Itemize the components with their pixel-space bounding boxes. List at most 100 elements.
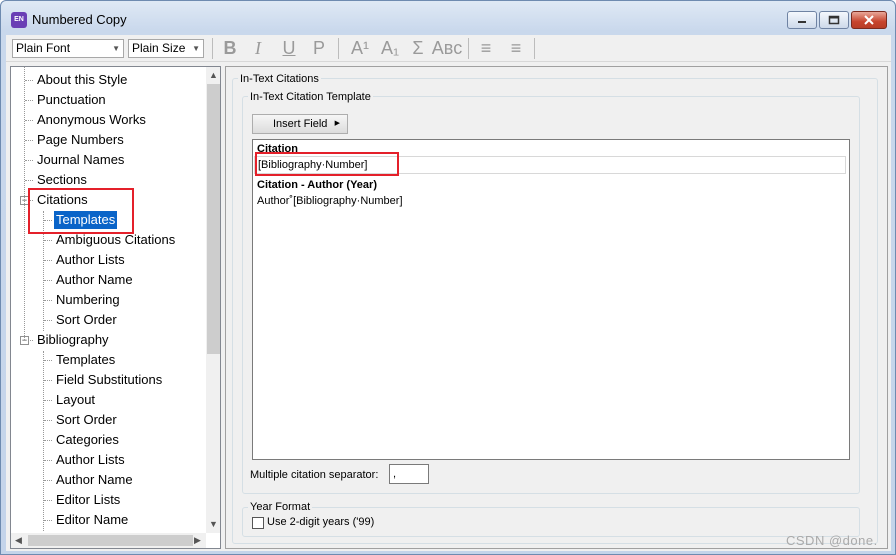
- tree-item[interactable]: Editor Lists: [54, 491, 122, 509]
- font-select-value: Plain Font: [16, 41, 71, 55]
- tree-connector: [25, 100, 33, 101]
- dropdown-arrow-icon: ▼: [112, 44, 120, 53]
- red-highlight-box: [255, 152, 399, 176]
- tree-item[interactable]: Editor Name: [54, 511, 130, 529]
- toolbar-divider: [468, 38, 469, 59]
- insert-field-label: Insert Field: [273, 118, 328, 130]
- minimize-icon: [798, 21, 806, 23]
- bold-button[interactable]: B: [218, 37, 242, 59]
- maximize-icon: [828, 15, 840, 25]
- subscript-button[interactable]: A₁: [376, 37, 404, 59]
- symbol-button[interactable]: Σ: [406, 37, 430, 59]
- close-button[interactable]: [851, 11, 887, 29]
- tree-vertical-scrollbar[interactable]: ▲ ▼: [206, 67, 220, 533]
- horizontal-scroll-thumb[interactable]: [28, 535, 193, 546]
- tree-item[interactable]: Author Name: [54, 271, 135, 289]
- tree-item[interactable]: Layout: [54, 391, 97, 409]
- tree-connector: [25, 140, 33, 141]
- tree-item[interactable]: Field Substitutions: [54, 371, 164, 389]
- tree-connector: [44, 520, 52, 521]
- tree-connector: [44, 420, 52, 421]
- format-toolbar: Plain Font ▼ Plain Size ▼ B I U P A¹ A₁ …: [6, 35, 891, 62]
- insert-field-button[interactable]: Insert Field ▶: [252, 114, 348, 134]
- tree-connector: [25, 80, 33, 81]
- tree-connector: [44, 360, 52, 361]
- tree-item[interactable]: Categories: [54, 431, 121, 449]
- tree-item[interactable]: Templates: [54, 351, 117, 369]
- tree-item[interactable]: Bibliography: [35, 331, 111, 349]
- endnote-app-icon: EN: [11, 12, 27, 28]
- tree-connector: [44, 500, 52, 501]
- two-digit-years-checkbox[interactable]: [252, 517, 264, 529]
- tree-item[interactable]: Anonymous Works: [35, 111, 148, 129]
- tree-item[interactable]: Sections: [35, 171, 89, 189]
- tree-connector: [44, 260, 52, 261]
- tree-item[interactable]: Author Lists: [54, 251, 127, 269]
- minimize-button[interactable]: [787, 11, 817, 29]
- maximize-button[interactable]: [819, 11, 849, 29]
- window-title: Numbered Copy: [32, 12, 127, 27]
- align-left-button[interactable]: ≡: [474, 37, 498, 59]
- tree-item[interactable]: Page Numbers: [35, 131, 126, 149]
- small-caps-button[interactable]: Aʙᴄ: [430, 37, 464, 59]
- tree-horizontal-scrollbar[interactable]: ◀ ▶: [11, 533, 206, 548]
- tree-connector: [25, 160, 33, 161]
- tree-connector: [44, 240, 52, 241]
- scroll-left-icon[interactable]: ◀: [15, 535, 22, 546]
- superscript-button[interactable]: A¹: [346, 37, 374, 59]
- tree-connector: [44, 280, 52, 281]
- tree-item[interactable]: Journal Names: [35, 151, 126, 169]
- tree-guide-line: [24, 67, 25, 340]
- tree-connector: [44, 300, 52, 301]
- scroll-up-icon[interactable]: ▲: [209, 70, 218, 80]
- tree-item[interactable]: Numbering: [54, 291, 122, 309]
- submenu-arrow-icon: ▶: [334, 120, 340, 127]
- dropdown-arrow-icon: ▼: [192, 44, 200, 53]
- in-text-citations-panel: In-Text Citations In-Text Citation Templ…: [225, 66, 888, 549]
- tree-items: About this Style Punctuation Anonymous Wor…: [11, 67, 206, 533]
- red-highlight-box: [28, 188, 134, 234]
- tree-item[interactable]: Author Name: [54, 471, 135, 489]
- separator-label: Multiple citation separator:: [250, 469, 379, 481]
- align-center-button[interactable]: ≡: [504, 37, 528, 59]
- toolbar-divider: [212, 38, 213, 59]
- year-format-label: Year Format: [248, 501, 313, 514]
- tree-connector: [44, 380, 52, 381]
- title-bar[interactable]: EN Numbered Copy: [1, 1, 895, 35]
- tree-item[interactable]: Punctuation: [35, 91, 108, 109]
- tree-item[interactable]: About this Style: [35, 71, 129, 89]
- tree-connector: [25, 180, 33, 181]
- tree-connector: [44, 460, 52, 461]
- vertical-scroll-thumb[interactable]: [207, 84, 220, 354]
- tree-connector: [44, 400, 52, 401]
- tree-connector: [44, 440, 52, 441]
- app-window: EN Numbered Copy Plain Font ▼ Plain Size…: [0, 0, 896, 555]
- tree-connector: [44, 480, 52, 481]
- toolbar-divider: [534, 38, 535, 59]
- template-group-label: In-Text Citation Template: [248, 91, 373, 104]
- tree-guide-line: [43, 351, 44, 531]
- close-icon: [864, 15, 874, 25]
- scroll-right-icon[interactable]: ▶: [194, 535, 201, 546]
- font-select[interactable]: Plain Font ▼: [12, 39, 124, 58]
- author-year-template-value[interactable]: Author˚[Bibliography·Number]: [257, 194, 403, 208]
- tree-connector: [25, 120, 33, 121]
- two-digit-years-label[interactable]: Use 2-digit years ('99): [267, 516, 374, 528]
- italic-button[interactable]: I: [246, 37, 270, 59]
- style-editor-body: About this Style Punctuation Anonymous Wor…: [6, 62, 891, 551]
- scroll-down-icon[interactable]: ▼: [209, 519, 218, 529]
- template-editor[interactable]: Citation [Bibliography·Number] Citation …: [252, 139, 850, 460]
- section-title: In-Text Citations: [238, 73, 321, 86]
- watermark: CSDN @done.: [786, 533, 878, 548]
- tree-item[interactable]: Sort Order: [54, 311, 119, 329]
- size-select-value: Plain Size: [132, 41, 186, 55]
- separator-input[interactable]: ,: [389, 464, 429, 484]
- underline-button[interactable]: U: [277, 37, 301, 59]
- size-select[interactable]: Plain Size ▼: [128, 39, 204, 58]
- tree-item[interactable]: Author Lists: [54, 451, 127, 469]
- toolbar-divider: [338, 38, 339, 59]
- plain-button[interactable]: P: [307, 37, 331, 59]
- tree-item[interactable]: Sort Order: [54, 411, 119, 429]
- tree-connector: [44, 320, 52, 321]
- author-year-heading: Citation - Author (Year): [257, 179, 377, 191]
